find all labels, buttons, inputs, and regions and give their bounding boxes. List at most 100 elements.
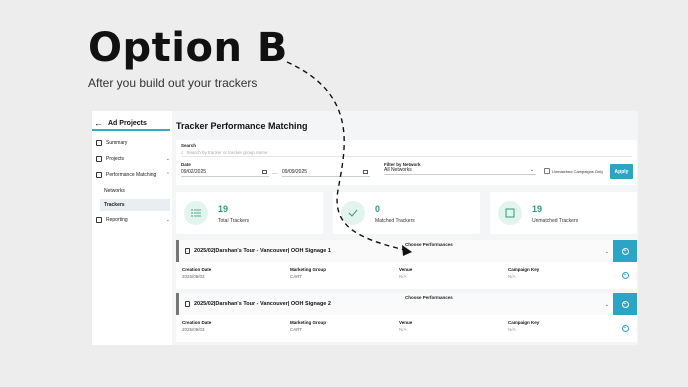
cell-value: N/A xyxy=(508,327,516,332)
sidebar-subitem-trackers[interactable]: Trackers xyxy=(100,199,170,211)
cell-value: CART xyxy=(290,327,303,332)
page-subheading: After you build out your trackers xyxy=(88,76,258,90)
choose-performances-select[interactable]: Choose Performances ⌄ xyxy=(401,242,611,260)
sidebar-item-projects[interactable]: Projects ⌄ xyxy=(96,153,170,165)
cell-header: Creation Date xyxy=(182,320,212,325)
cell-header: Venue xyxy=(399,267,413,272)
stat-card-matched-trackers: 0 Matched Trackers xyxy=(333,192,480,234)
tracker-name: 2025/02|Darshan's Tour - Vancouver| OOH … xyxy=(185,240,331,262)
sidebar-title: Ad Projects xyxy=(108,119,147,127)
cell-value: N/A xyxy=(399,274,407,279)
tracker-card-header: 2025/02|Darshan's Tour - Vancouver| OOH … xyxy=(176,293,637,315)
sidebar-title-underline xyxy=(92,129,170,131)
search-label: Search xyxy=(181,143,197,148)
sidebar-subitem-networks[interactable]: Networks xyxy=(104,185,125,197)
projects-icon xyxy=(96,156,102,162)
plus-circle-icon: + xyxy=(621,247,629,255)
tracker-name: 2025/02|Darshan's Tour - Vancouver| OOH … xyxy=(185,293,331,315)
date-to-value: 09/09/2025 xyxy=(282,169,308,175)
sidebar-item-label: Projects xyxy=(106,156,125,162)
chevron-down-icon: ⌄ xyxy=(604,302,609,308)
network-select[interactable]: All Networks ⌄ xyxy=(384,166,536,175)
sidebar-item-label: Summary xyxy=(106,140,128,146)
stat-icon-wrap xyxy=(341,201,365,225)
stat-card-unmatched-trackers: 19 Unmatched Trackers xyxy=(490,192,637,234)
choose-performances-label: Choose Performances xyxy=(405,295,453,300)
stat-label: Unmatched Trackers xyxy=(532,218,579,224)
stat-label: Matched Trackers xyxy=(375,218,415,224)
unmatched-only-label: Unmatched Campaigns Only xyxy=(552,168,604,174)
tracker-cell-campaign-key: Campaign Key N/A xyxy=(508,267,539,279)
sidebar-item-summary[interactable]: Summary xyxy=(96,137,170,149)
tracker-cell-venue: Venue N/A xyxy=(399,267,412,279)
stat-card-total-trackers: 19 Total Trackers xyxy=(176,192,323,234)
date-to-input[interactable]: 09/09/2025 xyxy=(282,168,370,177)
plus-circle-icon: + xyxy=(621,325,629,332)
unmatched-only-checkbox[interactable] xyxy=(544,168,550,174)
search-input[interactable]: ⌕ Search by tracker or tracker group nam… xyxy=(181,149,632,157)
main-content: Tracker Performance Matching Search ⌕ Se… xyxy=(176,111,638,345)
search-placeholder: Search by tracker or tracker group name xyxy=(186,150,268,155)
page-heading: Option B xyxy=(88,25,288,71)
cell-value: 2025/09/03 xyxy=(182,274,205,279)
cell-header: Venue xyxy=(399,320,413,325)
stat-icon-wrap xyxy=(498,201,522,225)
chevron-down-icon: ⌄ xyxy=(165,217,170,223)
back-arrow-icon[interactable]: ← xyxy=(94,118,103,128)
tracker-name-text: 2025/02|Darshan's Tour - Vancouver| OOH … xyxy=(194,301,331,307)
tracker-cell-creation-date: Creation Date 2025/09/03 xyxy=(182,267,211,279)
calendar-icon[interactable] xyxy=(262,170,267,174)
network-select-value: All Networks xyxy=(384,167,412,173)
cell-header: Creation Date xyxy=(182,267,212,272)
sidebar-item-performance-matching[interactable]: Performance Matching ⌃ xyxy=(96,169,170,181)
summary-icon xyxy=(96,140,102,146)
tracker-cell-marketing-group: Marketing Group CART xyxy=(290,320,326,332)
chevron-down-icon: ⌄ xyxy=(529,167,534,173)
date-from-input[interactable]: 09/02/2025 xyxy=(181,168,269,177)
cell-value: N/A xyxy=(508,274,516,279)
cell-value: CART xyxy=(290,274,303,279)
choose-performances-select[interactable]: Choose Performances ⌄ xyxy=(401,295,611,313)
tracker-cell-campaign-key: Campaign Key N/A xyxy=(508,320,539,332)
tracker-card: 2025/02|Darshan's Tour - Vancouver| OOH … xyxy=(176,240,637,289)
stat-value: 19 xyxy=(218,204,229,214)
square-icon xyxy=(505,208,515,218)
list-icon xyxy=(191,209,201,217)
sidebar-item-label: Performance Matching xyxy=(106,172,157,178)
stat-label: Total Trackers xyxy=(218,218,250,224)
cell-value: 2025/09/03 xyxy=(182,327,205,332)
choose-performances-label: Choose Performances xyxy=(405,242,453,247)
tracker-action-button[interactable]: + xyxy=(613,262,637,289)
date-separator: — xyxy=(272,171,277,177)
check-icon xyxy=(348,209,358,217)
search-icon: ⌕ xyxy=(181,150,184,155)
stat-icon-wrap xyxy=(184,201,208,225)
performance-matching-icon xyxy=(96,172,102,178)
sidebar: ← Ad Projects Summary Projects ⌄ Perform… xyxy=(92,111,172,345)
chevron-down-icon: ⌄ xyxy=(165,156,170,162)
document-icon xyxy=(185,301,190,307)
date-from-value: 09/02/2025 xyxy=(181,169,207,175)
filter-card: Search ⌕ Search by tracker or tracker gr… xyxy=(176,140,637,185)
cell-header: Campaign Key xyxy=(508,267,540,272)
tracker-cell-creation-date: Creation Date 2025/09/03 xyxy=(182,320,211,332)
sidebar-item-reporting[interactable]: Reporting ⌄ xyxy=(96,214,170,226)
stat-value: 19 xyxy=(532,204,543,214)
cell-header: Campaign Key xyxy=(508,320,540,325)
app-window: ← Ad Projects Summary Projects ⌄ Perform… xyxy=(92,111,638,345)
tracker-action-button[interactable]: + xyxy=(613,315,637,342)
chevron-down-icon: ⌄ xyxy=(604,249,609,255)
tracker-card: 2025/02|Darshan's Tour - Vancouver| OOH … xyxy=(176,293,637,342)
plus-circle-icon: + xyxy=(621,300,629,308)
unmatched-only-toggle[interactable]: Unmatched Campaigns Only xyxy=(544,168,603,174)
sidebar-item-label: Reporting xyxy=(106,217,128,223)
chevron-up-icon: ⌃ xyxy=(165,172,170,178)
document-icon xyxy=(185,248,190,254)
add-performance-button[interactable]: + xyxy=(613,240,637,262)
cell-header: Marketing Group xyxy=(290,320,327,325)
plus-circle-icon: + xyxy=(621,272,629,279)
tracker-cell-marketing-group: Marketing Group CART xyxy=(290,267,326,279)
calendar-icon[interactable] xyxy=(363,170,368,174)
add-performance-button[interactable]: + xyxy=(613,293,637,315)
apply-button[interactable]: Apply xyxy=(610,164,633,179)
